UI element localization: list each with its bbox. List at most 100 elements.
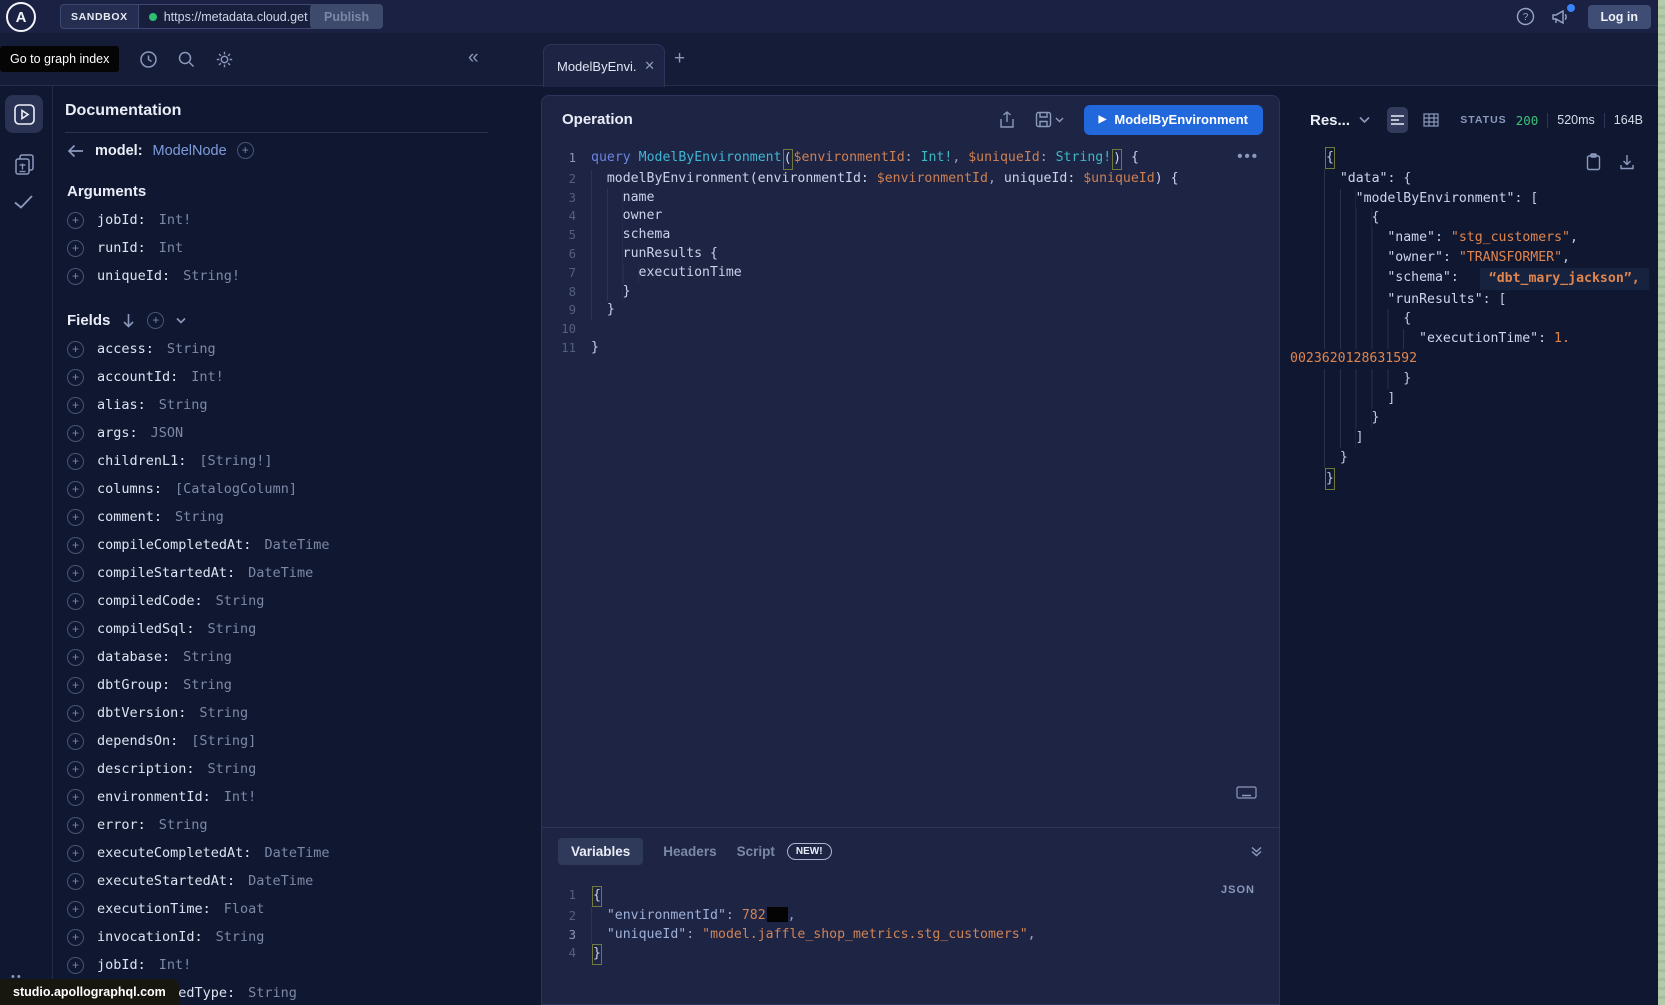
- field-type[interactable]: [CatalogColumn]: [175, 481, 297, 497]
- field-type[interactable]: String: [159, 817, 208, 833]
- field-name[interactable]: executeStartedAt:: [97, 873, 235, 889]
- view-table-icon[interactable]: [1423, 113, 1439, 127]
- add-to-query-icon[interactable]: +: [67, 509, 84, 526]
- help-icon[interactable]: ?: [1516, 7, 1535, 26]
- code-line[interactable]: 3name: [542, 189, 1279, 208]
- response-chevron-icon[interactable]: [1359, 116, 1370, 124]
- field-name[interactable]: dbtGroup:: [97, 677, 170, 693]
- code-line[interactable]: 6runResults {: [542, 245, 1279, 264]
- code-line[interactable]: 10: [542, 320, 1279, 339]
- add-to-query-icon[interactable]: +: [67, 453, 84, 470]
- login-button[interactable]: Log in: [1588, 5, 1652, 29]
- field-name[interactable]: childrenL1:: [97, 453, 186, 469]
- field-type[interactable]: DateTime: [248, 565, 313, 581]
- add-to-query-icon[interactable]: +: [67, 845, 84, 862]
- field-type[interactable]: String: [208, 621, 257, 637]
- announcements-icon[interactable]: [1551, 8, 1572, 26]
- add-to-query-icon[interactable]: +: [67, 425, 84, 442]
- code-line[interactable]: 2"environmentId": 782,: [542, 907, 1036, 926]
- tab-headers[interactable]: Headers: [663, 844, 716, 859]
- add-to-query-icon[interactable]: +: [67, 705, 84, 722]
- add-to-query-icon[interactable]: +: [67, 789, 84, 806]
- field-name[interactable]: args:: [97, 425, 138, 441]
- field-type[interactable]: String: [208, 761, 257, 777]
- field-type[interactable]: Int!: [191, 369, 224, 385]
- download-response-icon[interactable]: [1619, 153, 1635, 171]
- code-line[interactable]: 1{: [542, 886, 1036, 907]
- field-type[interactable]: Int!: [224, 789, 257, 805]
- field-name[interactable]: access:: [97, 341, 154, 357]
- add-to-query-icon[interactable]: +: [67, 268, 84, 285]
- field-name[interactable]: invocationId:: [97, 929, 203, 945]
- add-to-query-icon[interactable]: +: [67, 593, 84, 610]
- field-type[interactable]: Int!: [159, 212, 192, 228]
- publish-button[interactable]: Publish: [310, 4, 383, 29]
- add-to-query-icon[interactable]: +: [67, 957, 84, 974]
- add-to-query-icon[interactable]: +: [67, 212, 84, 229]
- add-to-query-icon[interactable]: +: [67, 929, 84, 946]
- field-type[interactable]: JSON: [151, 425, 184, 441]
- add-field-icon[interactable]: +: [237, 142, 254, 159]
- field-name[interactable]: comment:: [97, 509, 162, 525]
- add-to-query-icon[interactable]: +: [67, 621, 84, 638]
- code-line[interactable]: 4}: [542, 944, 1036, 965]
- run-operation-button[interactable]: ▶ ModelByEnvironment: [1084, 105, 1263, 135]
- search-icon[interactable]: [177, 50, 196, 69]
- add-to-query-icon[interactable]: +: [67, 901, 84, 918]
- field-type[interactable]: String: [216, 929, 265, 945]
- explorer-settings-gear-icon[interactable]: [215, 50, 234, 69]
- field-type[interactable]: String: [216, 593, 265, 609]
- field-name[interactable]: executionTime:: [97, 901, 211, 917]
- explorer-nav-item[interactable]: [5, 95, 43, 133]
- field-name[interactable]: database:: [97, 649, 170, 665]
- code-line[interactable]: 11}: [542, 339, 1279, 358]
- field-name[interactable]: compileCompletedAt:: [97, 537, 251, 553]
- field-type[interactable]: Float: [224, 901, 265, 917]
- add-to-query-icon[interactable]: +: [67, 397, 84, 414]
- add-to-query-icon[interactable]: +: [67, 873, 84, 890]
- field-name[interactable]: runId:: [97, 240, 146, 256]
- operation-menu-icon[interactable]: •••: [1237, 148, 1259, 165]
- field-name[interactable]: jobId:: [97, 957, 146, 973]
- variables-editor[interactable]: 1{2"environmentId": 782,3"uniqueId": "mo…: [542, 886, 1036, 965]
- code-line[interactable]: 1query ModelByEnvironment($environmentId…: [542, 149, 1279, 170]
- field-type[interactable]: String: [183, 677, 232, 693]
- field-name[interactable]: columns:: [97, 481, 162, 497]
- add-to-query-icon[interactable]: +: [67, 677, 84, 694]
- code-line[interactable]: 4owner: [542, 207, 1279, 226]
- add-to-query-icon[interactable]: +: [67, 733, 84, 750]
- code-line[interactable]: 9}: [542, 301, 1279, 320]
- chevron-down-icon[interactable]: [176, 317, 186, 324]
- field-name[interactable]: compiledCode:: [97, 593, 203, 609]
- field-type[interactable]: [String]: [191, 733, 256, 749]
- add-to-query-icon[interactable]: +: [67, 649, 84, 666]
- share-operation-icon[interactable]: [999, 111, 1015, 129]
- add-to-query-icon[interactable]: +: [67, 817, 84, 834]
- add-to-query-icon[interactable]: +: [67, 341, 84, 358]
- checks-nav-item[interactable]: [12, 193, 35, 211]
- collapse-variables-icon[interactable]: [1250, 845, 1263, 858]
- field-type[interactable]: Int: [159, 240, 183, 256]
- field-type[interactable]: DateTime: [264, 845, 329, 861]
- selected-field-type[interactable]: ModelNode: [153, 143, 227, 159]
- field-name[interactable]: accountId:: [97, 369, 178, 385]
- field-type[interactable]: String: [175, 509, 224, 525]
- field-type[interactable]: String: [159, 397, 208, 413]
- field-type[interactable]: String: [167, 341, 216, 357]
- tab-close-icon[interactable]: ✕: [644, 58, 655, 74]
- code-line[interactable]: 3"uniqueId": "model.jaffle_shop_metrics.…: [542, 926, 1036, 945]
- field-name[interactable]: environmentId:: [97, 789, 211, 805]
- field-type[interactable]: Int!: [159, 957, 192, 973]
- tab-script[interactable]: Script: [737, 844, 775, 859]
- code-line[interactable]: 2modelByEnvironment(environmentId: $envi…: [542, 170, 1279, 189]
- field-type[interactable]: String!: [183, 268, 240, 284]
- add-to-query-icon[interactable]: +: [67, 369, 84, 386]
- tab-modelbyenvironment[interactable]: ModelByEnvi... ✕: [543, 44, 665, 87]
- field-name[interactable]: description:: [97, 761, 195, 777]
- tab-variables[interactable]: Variables: [558, 838, 643, 865]
- field-name[interactable]: compiledSql:: [97, 621, 195, 637]
- code-line[interactable]: 7executionTime: [542, 264, 1279, 283]
- back-arrow-icon[interactable]: [67, 144, 85, 158]
- field-name[interactable]: uniqueId:: [97, 268, 170, 284]
- add-all-fields-icon[interactable]: +: [147, 312, 164, 329]
